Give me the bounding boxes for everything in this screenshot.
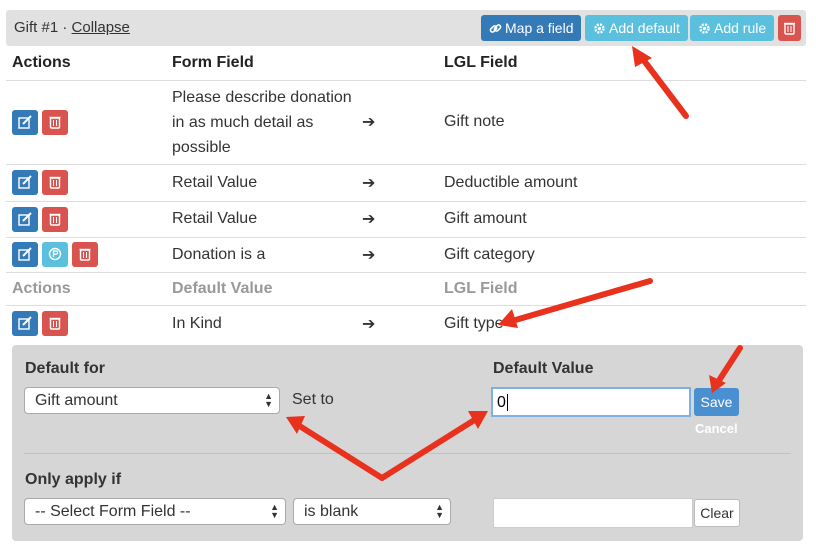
edit-icon (18, 211, 32, 226)
table-row: In Kind ➔ Gift type (6, 304, 806, 342)
condition-value-input[interactable] (493, 498, 693, 528)
mapping-table: Actions Form Field LGL Field Please desc… (6, 46, 806, 342)
form-field-cell: Donation is a (166, 236, 356, 272)
map-field-label: Map a field (505, 20, 574, 36)
only-apply-label: Only apply if (25, 471, 122, 488)
gear-icon (594, 23, 605, 34)
arrow-right-icon: ➔ (356, 79, 438, 164)
defaults-header-row: Actions Default Value LGL Field (6, 271, 806, 305)
collapse-link[interactable]: Collapse (72, 19, 130, 36)
table-header-row: Actions Form Field LGL Field (6, 46, 806, 80)
default-for-label: Default for (25, 360, 105, 377)
edit-icon (18, 175, 32, 189)
default-for-value: Gift amount (35, 392, 118, 409)
delete-button[interactable] (42, 311, 68, 337)
arrow-right-icon: ➔ (356, 304, 438, 342)
table-row: Retail Value ➔ Gift amount (6, 200, 806, 237)
form-field-cell: Retail Value (166, 200, 356, 237)
row-actions (6, 200, 166, 237)
lgl-field-cell: Deductible amount (438, 163, 806, 201)
map-field-button[interactable]: Map a field (481, 15, 582, 41)
delete-gift-button[interactable] (778, 15, 801, 41)
row-actions (6, 304, 166, 342)
trash-icon (49, 176, 61, 189)
trash-icon (49, 318, 61, 330)
trash-icon (79, 248, 91, 261)
header-actions: Actions (12, 53, 71, 71)
gift-header: Gift #1 · Collapse Map a field Add defau… (6, 10, 806, 46)
default-for-select[interactable]: Gift amount ▲ ▼ (24, 387, 280, 414)
table-row: Please describe donation in as much deta… (6, 79, 806, 164)
default-value-label: Default Value (493, 360, 594, 377)
divider (24, 453, 791, 454)
delete-button[interactable] (42, 206, 68, 232)
set-to-label: Set to (292, 391, 334, 408)
select-arrows-icon: ▲ ▼ (435, 502, 444, 520)
circle-p-icon (48, 247, 62, 261)
header-default-value: Default Value (166, 271, 356, 305)
add-rule-label: Add rule (714, 20, 767, 36)
header-lgl-field: LGL Field (438, 271, 806, 305)
gear-icon (699, 23, 710, 34)
clear-button[interactable]: Clear (694, 499, 740, 527)
gift-title: Gift #1 · Collapse (14, 19, 130, 36)
arrow-right-icon: ➔ (356, 200, 438, 237)
edit-button[interactable] (12, 311, 38, 337)
condition-operator-select[interactable]: is blank ▲ ▼ (293, 498, 451, 525)
add-rule-button[interactable]: Add rule (690, 15, 775, 41)
add-default-panel: Default for Gift amount ▲ ▼ Set to Defaul… (12, 345, 803, 541)
edit-button[interactable] (12, 242, 38, 267)
header-form-field: Form Field (172, 53, 254, 71)
link-icon (489, 24, 502, 33)
edit-icon (18, 114, 32, 129)
form-field-cell: Retail Value (166, 163, 356, 201)
lgl-field-cell: Gift type (438, 304, 806, 342)
trash-icon (49, 213, 61, 226)
value-map-button[interactable] (42, 242, 68, 267)
gift-title-text: Gift #1 · (14, 19, 72, 36)
condition-field-select[interactable]: -- Select Form Field -- ▲ ▼ (24, 498, 286, 525)
condition-operator-value: is blank (304, 503, 359, 520)
delete-button[interactable] (42, 109, 68, 135)
select-arrows-icon: ▲ ▼ (264, 391, 273, 409)
edit-button[interactable] (12, 206, 38, 232)
header-lgl-field: LGL Field (444, 53, 518, 71)
row-actions (6, 79, 166, 164)
table-row: Retail Value ➔ Deductible amount (6, 163, 806, 201)
condition-field-value: -- Select Form Field -- (35, 503, 191, 520)
cancel-link[interactable]: Cancel (695, 421, 738, 436)
edit-button[interactable] (12, 109, 38, 135)
edit-button[interactable] (12, 170, 38, 195)
header-actions: Actions (6, 271, 166, 305)
trash-icon (784, 22, 795, 35)
table-row: Donation is a ➔ Gift category (6, 236, 806, 272)
add-default-button[interactable]: Add default (585, 15, 688, 41)
arrow-right-icon: ➔ (356, 236, 438, 272)
form-field-cell: Please describe donation in as much deta… (166, 79, 356, 164)
lgl-field-cell: Gift note (438, 79, 806, 164)
add-default-label: Add default (609, 20, 680, 36)
default-value-input[interactable]: 0 (491, 387, 691, 417)
lgl-field-cell: Gift category (438, 236, 806, 272)
arrow-right-icon: ➔ (356, 163, 438, 201)
row-actions (6, 163, 166, 201)
edit-icon (18, 247, 32, 261)
delete-button[interactable] (72, 242, 98, 267)
select-arrows-icon: ▲ ▼ (270, 502, 279, 520)
default-value-cell: In Kind (166, 304, 356, 342)
save-button[interactable]: Save (694, 388, 739, 416)
trash-icon (49, 116, 61, 129)
delete-button[interactable] (42, 170, 68, 195)
edit-icon (18, 316, 32, 330)
lgl-field-cell: Gift amount (438, 200, 806, 237)
row-actions (6, 236, 166, 272)
